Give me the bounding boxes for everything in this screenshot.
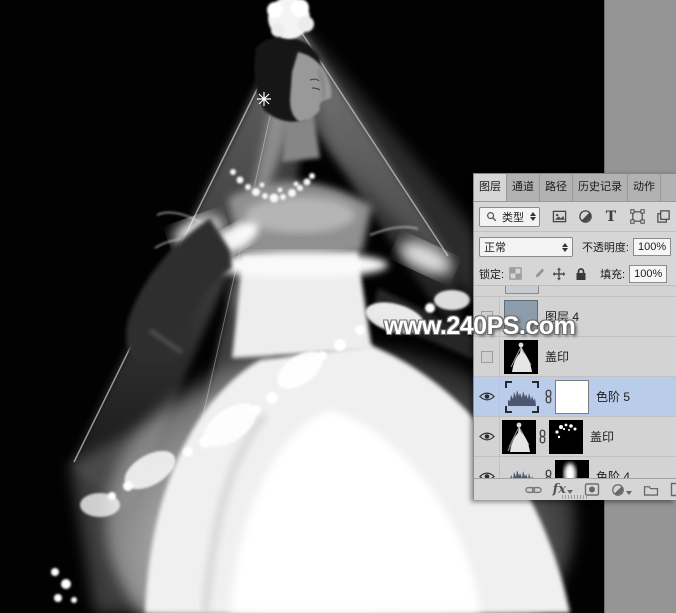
blend-mode-row: 正常 不透明度: 100% bbox=[474, 232, 676, 262]
filter-type-layers-icon[interactable]: T bbox=[603, 209, 619, 225]
panel-bottom-bar: fx bbox=[474, 478, 676, 500]
blend-mode-dropdown[interactable]: 正常 bbox=[479, 237, 573, 257]
link-layers-button[interactable] bbox=[525, 485, 542, 495]
layer-row-partial[interactable] bbox=[474, 286, 676, 297]
eye-icon bbox=[479, 391, 495, 402]
caret-down-icon bbox=[626, 491, 632, 495]
lock-transparency-icon[interactable] bbox=[508, 267, 522, 281]
tab-actions[interactable]: 动作 bbox=[628, 174, 661, 201]
eye-icon bbox=[479, 431, 495, 442]
levels-adjustment-thumbnail[interactable] bbox=[502, 380, 542, 414]
link-mask-icon[interactable] bbox=[543, 389, 554, 404]
levels-adjustment-thumbnail[interactable] bbox=[502, 460, 542, 479]
tab-history[interactable]: 历史记录 bbox=[573, 174, 628, 201]
blend-mode-value: 正常 bbox=[484, 239, 506, 255]
layer-mask-thumbnail[interactable] bbox=[555, 460, 589, 479]
filter-kind-label: 类型 bbox=[502, 209, 524, 225]
layer-name: 盖印 bbox=[545, 348, 569, 365]
layer-thumbnail[interactable] bbox=[504, 340, 538, 374]
filter-pixel-layers-icon[interactable] bbox=[551, 209, 567, 225]
tab-channels[interactable]: 通道 bbox=[507, 174, 540, 201]
caret-down-icon bbox=[567, 490, 573, 494]
new-adjustment-layer-button[interactable] bbox=[611, 483, 632, 497]
new-layer-button[interactable] bbox=[670, 482, 676, 497]
opacity-field[interactable]: 100% bbox=[633, 238, 671, 256]
lock-label: 锁定: bbox=[479, 266, 504, 282]
layer-thumbnail bbox=[505, 286, 539, 294]
new-group-button[interactable] bbox=[643, 484, 659, 496]
visibility-toggle[interactable] bbox=[474, 337, 500, 376]
link-mask-icon[interactable] bbox=[537, 429, 548, 444]
panel-resize-grip[interactable] bbox=[562, 495, 588, 499]
chevron-updown-icon bbox=[562, 243, 568, 252]
layer-name: 色阶 5 bbox=[596, 388, 630, 405]
opacity-label: 不透明度: bbox=[582, 239, 629, 255]
tab-layers[interactable]: 图层 bbox=[474, 174, 507, 201]
layer-thumbnail[interactable] bbox=[502, 420, 536, 454]
eye-icon bbox=[479, 471, 495, 478]
watermark: www.240PS.com bbox=[384, 312, 575, 341]
search-icon bbox=[483, 209, 499, 225]
chevron-updown-icon bbox=[530, 212, 536, 221]
visibility-toggle[interactable] bbox=[474, 457, 500, 478]
tab-bar-filler bbox=[661, 174, 676, 201]
layer-name: 盖印 bbox=[590, 428, 614, 445]
fill-field[interactable]: 100% bbox=[629, 265, 667, 283]
panel-tab-bar: 图层 通道 路径 历史记录 动作 bbox=[474, 174, 676, 202]
lock-all-icon[interactable] bbox=[574, 267, 588, 281]
layer-row-gaiyin[interactable]: 盖印 bbox=[474, 417, 676, 457]
visibility-toggle[interactable] bbox=[474, 417, 500, 456]
layer-name: 色阶 4 bbox=[596, 468, 630, 478]
lock-position-icon[interactable] bbox=[552, 267, 566, 281]
filter-adjustment-layers-icon[interactable] bbox=[577, 209, 593, 225]
layer-mask-thumbnail[interactable] bbox=[549, 420, 583, 454]
filter-kind-dropdown[interactable]: 类型 bbox=[479, 207, 540, 227]
visibility-toggle[interactable] bbox=[474, 377, 500, 416]
lock-pixels-icon[interactable] bbox=[530, 267, 544, 281]
layer-row-sejie4[interactable]: 色阶 4 bbox=[474, 457, 676, 478]
tab-paths[interactable]: 路径 bbox=[540, 174, 573, 201]
fill-label: 填充: bbox=[600, 266, 625, 282]
layer-row-sejie5[interactable]: 色阶 5 bbox=[474, 377, 676, 417]
layer-filter-row: 类型 T bbox=[474, 202, 676, 232]
layer-row-gaiyin-hidden[interactable]: 盖印 bbox=[474, 337, 676, 377]
lock-row: 锁定: 填充: 100% bbox=[474, 262, 676, 286]
filter-smart-object-icon[interactable] bbox=[655, 209, 671, 225]
layer-mask-thumbnail[interactable] bbox=[555, 380, 589, 414]
visibility-off-box bbox=[481, 351, 493, 363]
link-mask-icon[interactable] bbox=[543, 469, 554, 478]
filter-shape-layers-icon[interactable] bbox=[629, 209, 645, 225]
